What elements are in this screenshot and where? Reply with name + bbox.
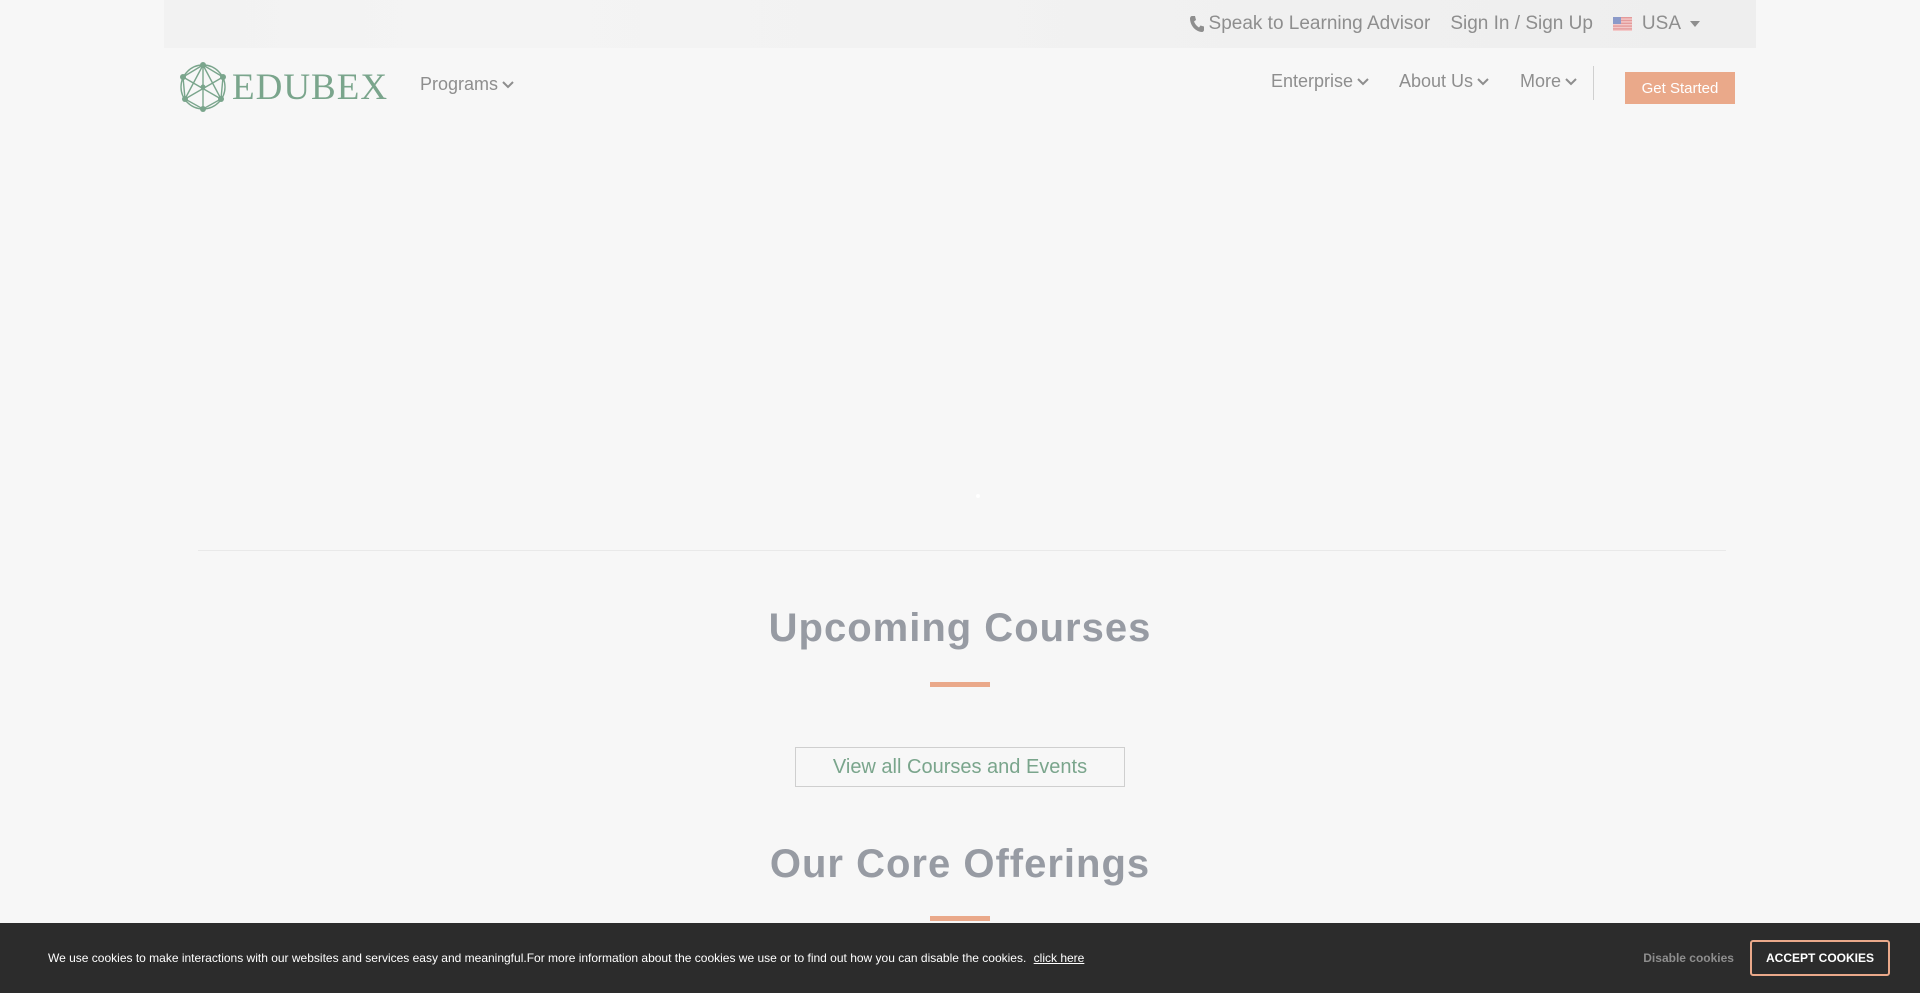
page: Speak to Learning Advisor Sign In / Sign… [0, 0, 1920, 993]
cookie-message: We use cookies to make interactions with… [48, 951, 1643, 965]
title-accent-bar [930, 682, 990, 687]
sign-in-link[interactable]: Sign In / Sign Up [1450, 13, 1593, 35]
nav-more-label: More [1520, 71, 1562, 91]
core-offerings-title: Our Core Offerings [769, 842, 1151, 886]
speak-to-advisor-label: Speak to Learning Advisor [1208, 13, 1431, 34]
us-flag-icon [1612, 17, 1632, 31]
network-globe-logo-icon [180, 62, 226, 112]
get-started-button[interactable]: Get Started [1625, 72, 1735, 104]
caret-down-icon [1690, 21, 1700, 27]
edubex-logo[interactable]: EDUBEX [178, 61, 388, 113]
upcoming-courses-title: Upcoming Courses [768, 606, 1152, 650]
cookie-consent-bar: We use cookies to make interactions with… [0, 923, 1920, 993]
nav-enterprise-label: Enterprise [1271, 71, 1354, 91]
cookie-info-link[interactable]: click here [1034, 951, 1085, 965]
chevron-down-icon [1477, 77, 1489, 85]
nav-programs[interactable]: Programs [420, 74, 514, 95]
disable-cookies-button[interactable]: Disable cookies [1643, 951, 1734, 965]
top-utility-bar: Speak to Learning Advisor Sign In / Sign… [164, 0, 1756, 48]
nav-about-label: About Us [1399, 71, 1474, 91]
view-all-courses-button[interactable]: View all Courses and Events [795, 747, 1125, 787]
speak-to-advisor-link[interactable]: Speak to Learning Advisor [1189, 13, 1431, 35]
chevron-down-icon [502, 80, 514, 88]
sign-in-label: Sign In / Sign Up [1450, 13, 1593, 34]
country-selector[interactable]: USA [1612, 13, 1700, 35]
nav-more[interactable]: More [1520, 71, 1577, 92]
nav-enterprise[interactable]: Enterprise [1271, 71, 1369, 92]
loading-indicator [976, 494, 980, 498]
cookie-message-text: We use cookies to make interactions with… [48, 951, 1027, 965]
nav-about-us[interactable]: About Us [1399, 71, 1489, 92]
section-divider [198, 550, 1726, 551]
title-accent-bar [930, 916, 990, 921]
country-label: USA [1641, 13, 1681, 34]
nav-divider [1593, 66, 1594, 100]
accept-cookies-button[interactable]: ACCEPT COOKIES [1749, 940, 1890, 976]
chevron-down-icon [1565, 77, 1577, 85]
chevron-down-icon [1357, 77, 1369, 85]
nav-programs-label: Programs [420, 74, 499, 94]
logo-text: EDUBEX [232, 66, 389, 108]
main-nav: EDUBEX Programs Enterprise About Us More… [164, 48, 1756, 130]
phone-icon [1189, 16, 1204, 32]
